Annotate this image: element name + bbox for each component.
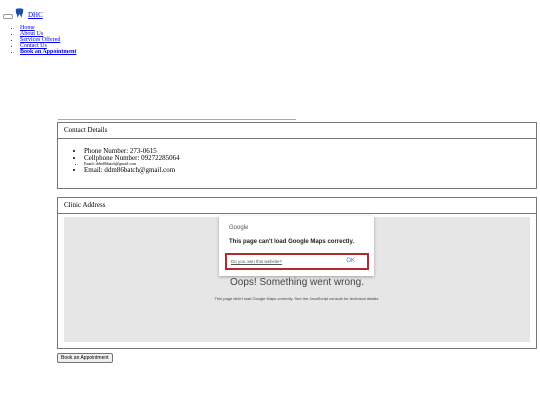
dialog-actions: Do you own this website? OK <box>225 253 369 270</box>
nav-link-book-appointment[interactable]: Book an Appointment <box>20 49 76 55</box>
own-website-link[interactable]: Do you own this website? <box>231 259 282 264</box>
contact-cellphone: Cellphone Number: 09272285064 <box>84 155 536 162</box>
maps-error-message: This page can't load Google Maps correct… <box>229 239 355 245</box>
maps-error-dialog: Google This page can't load Google Maps … <box>219 216 374 276</box>
contact-email: Email: ddm86batch@gmail.com <box>84 166 536 174</box>
clinic-address-title: Clinic Address <box>58 198 536 214</box>
nav-item-book: Book an Appointment <box>20 49 76 55</box>
book-appointment-button[interactable]: Book an Appointment <box>57 353 113 363</box>
map-error-detail: This page didn't load Google Maps correc… <box>214 296 380 301</box>
brand-link[interactable]: DHC <box>28 11 43 19</box>
google-logo: Google <box>229 225 249 231</box>
ok-button[interactable]: OK <box>346 258 355 264</box>
map-error-title: Oops! Something went wrong. <box>230 277 364 288</box>
tooth-logo-icon <box>15 7 24 18</box>
contact-details-panel: Contact Details Phone Number: 273-0615 C… <box>57 122 537 189</box>
broken-image-icon <box>3 13 13 19</box>
contact-list: Phone Number: 273-0615 Cellphone Number:… <box>58 148 536 174</box>
divider <box>58 119 296 120</box>
contact-details-title: Contact Details <box>58 123 536 139</box>
brand: DHC <box>3 7 43 19</box>
main-nav: Home About Us Services Offered Contact U… <box>8 25 76 55</box>
